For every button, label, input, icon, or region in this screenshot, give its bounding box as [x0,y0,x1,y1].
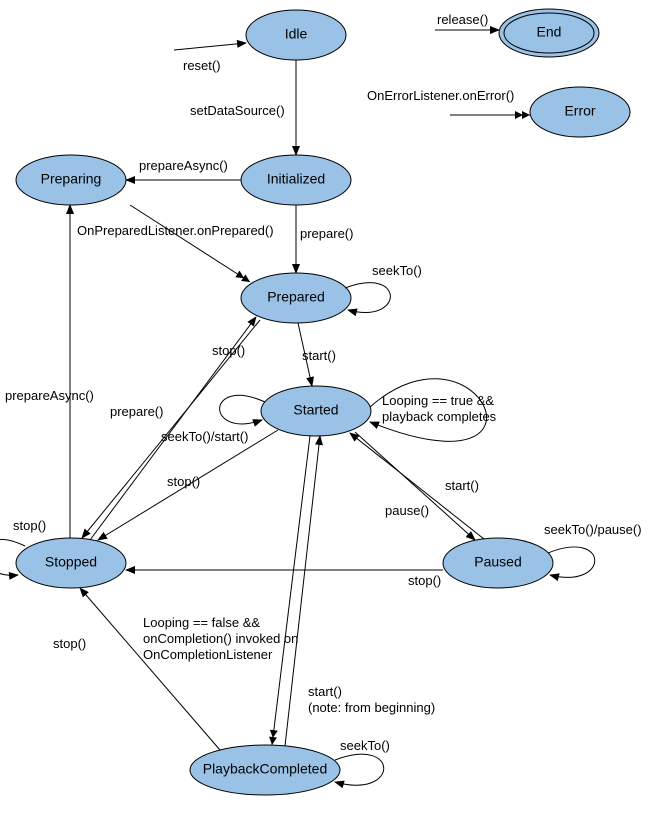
arrow-stop-completed [80,588,220,750]
label-start2: start() [445,478,479,493]
label-stop-paused: stop() [408,573,441,588]
arrow-reset [174,43,246,50]
label-onprepared: OnPreparedListener.onPrepared() [77,223,274,238]
loop-completed-seekto [335,754,384,785]
label-stopped: Stopped [45,554,97,570]
label-prepare1: prepare() [300,226,353,241]
label-started-seekto: seekTo()/start() [161,429,248,444]
label-reset: reset() [183,58,221,73]
label-start1: start() [302,348,336,363]
label-start3: start() [308,684,342,699]
label-playback-completes: playback completes [382,409,497,424]
label-completed-seekto: seekTo() [340,738,390,753]
label-prepareasync1: prepareAsync() [139,158,228,173]
label-started: Started [293,402,338,418]
label-preparing: Preparing [41,171,102,187]
arrow-onprepared [130,205,250,282]
label-playback-completed: PlaybackCompleted [203,761,328,777]
label-paused-seekto: seekTo()/pause() [544,522,642,537]
label-prepared-seekto: seekTo() [372,263,422,278]
label-start-note: (note: from beginning) [308,700,435,715]
label-setdatasource: setDataSource() [190,103,285,118]
label-prepare2: prepare() [110,404,163,419]
label-end: End [537,24,562,40]
label-oncompletion-invoked: onCompletion() invoked on [143,631,298,646]
label-error: Error [564,103,595,119]
label-looping-false: Looping == false && [143,615,260,630]
label-release: release() [437,12,488,27]
label-oncompletion-listener: OnCompletionListener [143,647,273,662]
label-prepared: Prepared [267,289,325,305]
label-idle: Idle [285,26,308,42]
label-pause: pause() [385,503,429,518]
label-onerror: OnErrorListener.onError() [367,88,514,103]
arrow-completion [272,436,310,745]
label-prepareasync2: prepareAsync() [5,388,94,403]
loop-paused-seekto [548,547,595,577]
label-stop-prepared: stop() [212,343,245,358]
label-paused: Paused [474,554,521,570]
loop-prepared-seekto [345,283,390,313]
label-stopped-stop: stop() [13,518,46,533]
loop-started-seekto [220,395,265,424]
label-stop-completed: stop() [53,636,86,651]
state-diagram: Idle End Error Initialized Preparing Pre… [0,0,665,813]
label-initialized: Initialized [267,171,325,187]
label-stop-started: stop() [167,474,200,489]
label-looping-true: Looping == true && [382,393,494,408]
